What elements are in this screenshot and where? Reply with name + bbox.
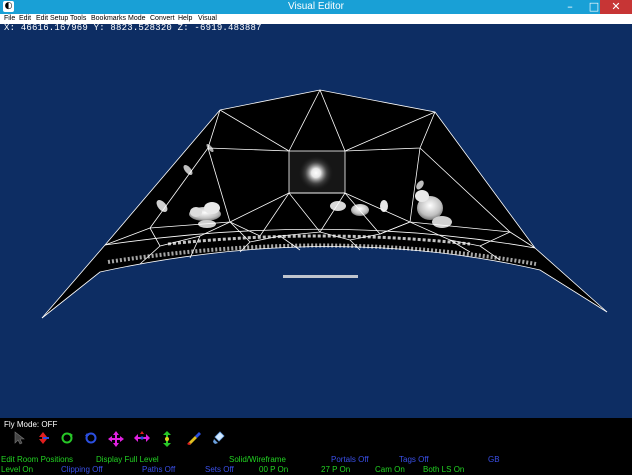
title-bar: ◐ Visual Editor – □ ✕: [0, 0, 632, 14]
move-updown-icon[interactable]: [34, 429, 54, 447]
tags-status[interactable]: Tags Off: [399, 455, 429, 464]
clipping-status[interactable]: Clipping Off: [61, 465, 103, 474]
camera-status[interactable]: Cam On: [375, 465, 405, 474]
edit-mode-status[interactable]: Edit Room Positions: [1, 455, 73, 464]
paths-status[interactable]: Paths Off: [142, 465, 175, 474]
sun: [298, 155, 334, 191]
display-mode-status[interactable]: Display Full Level: [96, 455, 159, 464]
sky-dome: [42, 90, 607, 318]
move-horizontal-icon[interactable]: [132, 429, 152, 447]
window-title: Visual Editor: [288, 1, 344, 12]
level-status[interactable]: Level On: [1, 465, 33, 474]
move-vertical-icon[interactable]: [158, 429, 178, 447]
portals-status[interactable]: Portals Off: [331, 455, 369, 464]
gb-status[interactable]: GB: [488, 455, 500, 464]
fly-mode-status: Fly Mode: OFF: [4, 420, 58, 429]
p27-status[interactable]: 27 P On: [321, 465, 350, 474]
minimize-button[interactable]: –: [558, 0, 582, 14]
lights-status[interactable]: Both LS On: [423, 465, 464, 474]
rotate-green-icon[interactable]: [58, 429, 78, 447]
sets-status[interactable]: Sets Off: [205, 465, 234, 474]
close-button[interactable]: ✕: [600, 0, 632, 14]
select-cursor-icon[interactable]: [10, 429, 30, 447]
render-mode-status[interactable]: Solid/Wireframe: [229, 455, 286, 464]
3d-viewport[interactable]: [0, 34, 632, 418]
camera-coordinates: X: 46616.167969 Y: 8823.528320 Z: -6919.…: [4, 23, 262, 33]
rotate-blue-icon[interactable]: [82, 429, 102, 447]
p00-status[interactable]: 00 P On: [259, 465, 288, 474]
paint-bucket-icon[interactable]: [210, 429, 230, 447]
paint-brush-icon[interactable]: [184, 429, 204, 447]
floor-strip: [283, 275, 358, 278]
room-render: [41, 89, 608, 319]
move-4way-icon[interactable]: [106, 429, 126, 447]
